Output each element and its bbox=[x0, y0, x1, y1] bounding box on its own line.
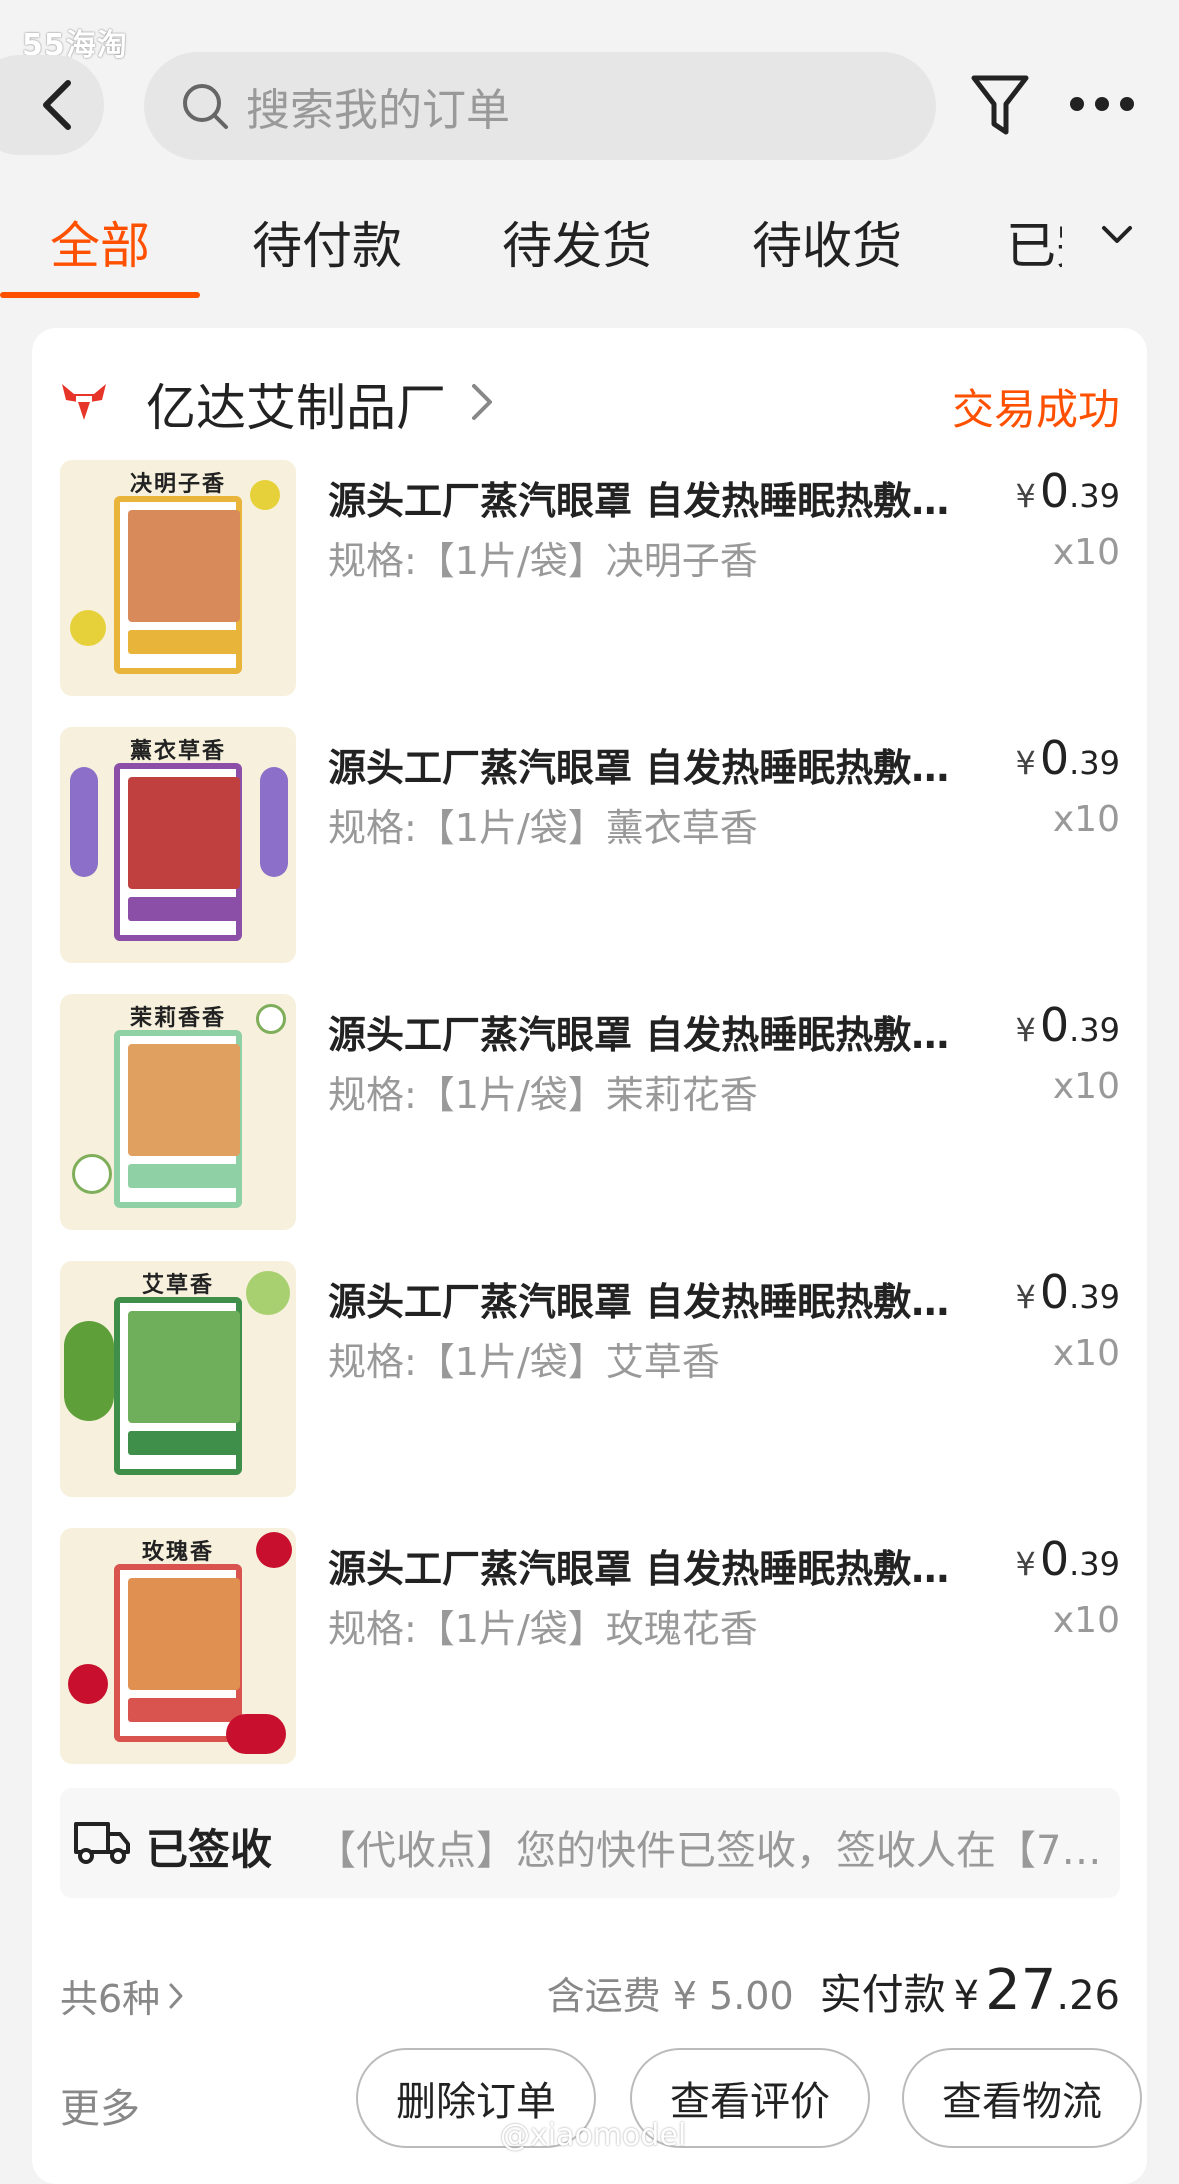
paid-amount-int: 27 bbox=[985, 1958, 1057, 2023]
product-quantity: x10 bbox=[1052, 799, 1120, 840]
shop-logo-icon bbox=[62, 384, 106, 420]
paid-amount-dec: .26 bbox=[1056, 1973, 1120, 2019]
payment-summary: 含运费 ¥ 5.00 实付款 ¥ 27 .26 bbox=[547, 1958, 1120, 2023]
product-thumbnail: 薰衣草香 bbox=[60, 727, 296, 963]
product-quantity: x10 bbox=[1052, 532, 1120, 573]
search-icon bbox=[183, 84, 228, 129]
shop-name[interactable]: 亿达艾制品厂 bbox=[146, 368, 446, 440]
order-totals: 共6种 含运费 ¥ 5.00 实付款 ¥ 27 .26 bbox=[60, 1958, 1120, 2028]
tab-pending-shipment[interactable]: 待发货 bbox=[502, 206, 652, 278]
paid-currency: ¥ bbox=[953, 1973, 980, 2019]
back-button[interactable] bbox=[0, 55, 104, 155]
more-icon[interactable] bbox=[1070, 84, 1134, 124]
view-logistics-button[interactable]: 查看物流 bbox=[902, 2048, 1142, 2148]
list-item[interactable]: 玫瑰香 源头工厂蒸汽眼罩 自发热睡眠热敷眼罩 规格:【1片/袋】玫瑰花香 ¥ 0… bbox=[60, 1528, 1120, 1764]
logistics-status: 已签收 bbox=[146, 1825, 273, 1874]
list-item[interactable]: 茉莉香香 源头工厂蒸汽眼罩 自发热睡眠热敷眼罩 规格:【1片/袋】茉莉花香 ¥ … bbox=[60, 994, 1120, 1230]
product-title[interactable]: 源头工厂蒸汽眼罩 自发热睡眠热敷眼罩 bbox=[328, 737, 968, 792]
product-sku: 规格:【1片/袋】玫瑰花香 bbox=[328, 1607, 758, 1651]
header: 搜索我的订单 bbox=[0, 0, 1179, 180]
tab-overflow[interactable]: 已完成 bbox=[1000, 196, 1179, 296]
product-title[interactable]: 源头工厂蒸汽眼罩 自发热睡眠热敷眼罩 bbox=[328, 1004, 968, 1059]
product-title[interactable]: 源头工厂蒸汽眼罩 自发热睡眠热敷眼罩 bbox=[328, 470, 968, 525]
watermark-bottom: @xiaomodel bbox=[500, 2118, 687, 2153]
product-quantity: x10 bbox=[1052, 1600, 1120, 1641]
logistics-detail: 【代收点】您的快件已签收，签收人在【71… bbox=[316, 1828, 1106, 1874]
product-sku: 规格:【1片/袋】决明子香 bbox=[328, 539, 758, 583]
truck-icon bbox=[74, 1822, 130, 1864]
thumb-label: 薰衣草香 bbox=[129, 738, 226, 764]
shop-header[interactable]: 亿达艾制品厂 交易成功 bbox=[60, 368, 1120, 438]
product-price: ¥ 0 .39 bbox=[1015, 998, 1120, 1052]
logistics-summary[interactable]: 已签收 【代收点】您的快件已签收，签收人在【71… bbox=[60, 1788, 1120, 1898]
product-thumbnail: 玫瑰香 bbox=[60, 1528, 296, 1764]
product-quantity: x10 bbox=[1052, 1066, 1120, 1107]
paid-label: 实付款 bbox=[819, 1970, 946, 2019]
back-icon bbox=[43, 80, 71, 130]
order-tabs: 全部 待付款 待发货 待收货 已完成 bbox=[0, 196, 1179, 304]
product-price: ¥ 0 .39 bbox=[1015, 464, 1120, 518]
order-list-page: 55海淘 搜索我的订单 全部 待付款 待发货 待收货 已 亿达艾制品厂 交易成功… bbox=[0, 0, 1179, 2184]
chevron-down-icon[interactable] bbox=[1100, 224, 1134, 246]
tab-active-indicator bbox=[0, 292, 200, 298]
product-price: ¥ 0 .39 bbox=[1015, 1532, 1120, 1586]
more-actions-link[interactable]: 更多 bbox=[60, 2076, 140, 2134]
shipping-fee: 含运费 ¥ 5.00 bbox=[546, 1974, 794, 2018]
item-kinds-count: 共6种 bbox=[60, 1977, 161, 2021]
product-thumbnail: 决明子香 bbox=[60, 460, 296, 696]
product-thumbnail: 茉莉香香 bbox=[60, 994, 296, 1230]
filter-button[interactable] bbox=[970, 72, 1030, 138]
product-sku: 规格:【1片/袋】薰衣草香 bbox=[328, 806, 758, 850]
chevron-right-icon bbox=[472, 384, 492, 420]
tab-pending-receipt[interactable]: 待收货 bbox=[752, 206, 902, 278]
search-input[interactable]: 搜索我的订单 bbox=[144, 52, 936, 160]
tab-all[interactable]: 全部 bbox=[50, 206, 150, 278]
chevron-right-icon bbox=[169, 1983, 183, 2008]
list-item[interactable]: 薰衣草香 源头工厂蒸汽眼罩 自发热睡眠热敷眼罩 规格:【1片/袋】薰衣草香 ¥ … bbox=[60, 727, 1120, 963]
tab-completed[interactable]: 已完成 bbox=[1006, 206, 1062, 278]
product-title[interactable]: 源头工厂蒸汽眼罩 自发热睡眠热敷眼罩 bbox=[328, 1271, 968, 1326]
filter-icon bbox=[971, 75, 1029, 135]
search-placeholder: 搜索我的订单 bbox=[246, 85, 510, 136]
tab-pending-payment[interactable]: 待付款 bbox=[252, 206, 402, 278]
order-status: 交易成功 bbox=[951, 385, 1120, 434]
list-item[interactable]: 艾草香 源头工厂蒸汽眼罩 自发热睡眠热敷眼罩 规格:【1片/袋】艾草香 ¥ 0 … bbox=[60, 1261, 1120, 1497]
product-sku: 规格:【1片/袋】艾草香 bbox=[328, 1340, 720, 1384]
product-title[interactable]: 源头工厂蒸汽眼罩 自发热睡眠热敷眼罩 bbox=[328, 1538, 968, 1593]
product-price: ¥ 0 .39 bbox=[1015, 731, 1120, 785]
product-thumbnail: 艾草香 bbox=[60, 1261, 296, 1497]
product-quantity: x10 bbox=[1052, 1333, 1120, 1374]
product-price: ¥ 0 .39 bbox=[1015, 1265, 1120, 1319]
item-kinds-link[interactable]: 共6种 bbox=[60, 1968, 184, 2023]
list-item[interactable]: 决明子香 源头工厂蒸汽眼罩 自发热睡眠热敷眼罩 规格:【1片/袋】决明子香 ¥ … bbox=[60, 460, 1120, 696]
product-sku: 规格:【1片/袋】茉莉花香 bbox=[328, 1073, 758, 1117]
order-card[interactable]: 亿达艾制品厂 交易成功 决明子香 源头工厂蒸汽眼罩 自发热睡眠热敷眼罩 规格:【… bbox=[32, 328, 1147, 2184]
